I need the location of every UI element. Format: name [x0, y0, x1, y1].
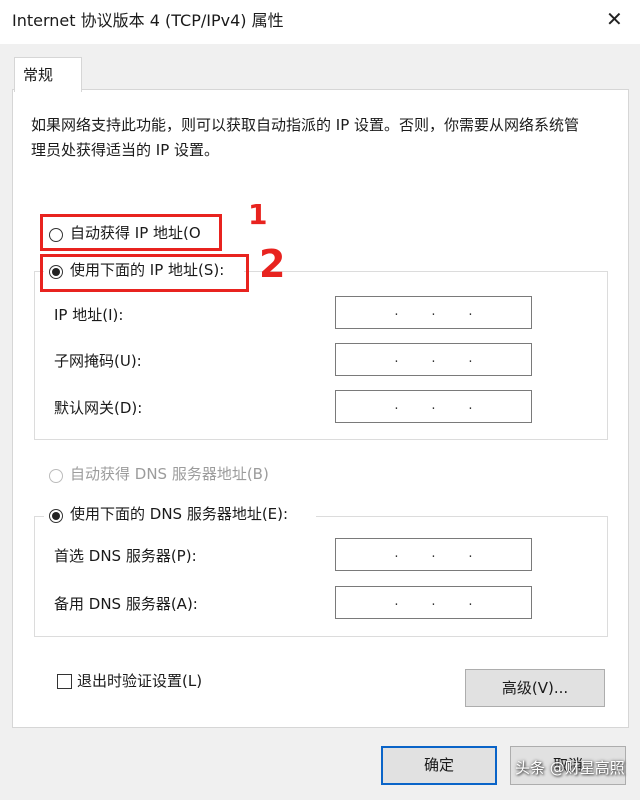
radio-manual-dns[interactable] [49, 509, 63, 523]
octet-separator: · [394, 401, 399, 417]
default-gateway-label: 默认网关(D): [54, 399, 143, 417]
radio-auto-dns [49, 469, 63, 483]
radio-auto-dns-label: 自动获得 DNS 服务器地址(B) [70, 465, 269, 483]
watermark: 头条 @财星高照 [515, 759, 625, 777]
highlight-box-auto-ip [40, 214, 222, 251]
octet-separator: · [431, 354, 436, 370]
octet-separator: · [394, 354, 399, 370]
octet-separator: · [431, 401, 436, 417]
octet-separator: · [468, 549, 473, 565]
octet-separator: · [431, 549, 436, 565]
octet-separator: · [394, 307, 399, 323]
annotation-marker-1: 1 [248, 198, 268, 231]
window-title: Internet 协议版本 4 (TCP/IPv4) 属性 [12, 11, 284, 30]
alternate-dns-input[interactable]: · · · [335, 586, 532, 619]
highlight-box-manual-ip [40, 254, 249, 292]
subnet-mask-label: 子网掩码(U): [54, 352, 142, 370]
octet-separator: · [468, 401, 473, 417]
ip-address-input[interactable]: · · · [335, 296, 532, 329]
tab-general[interactable]: 常规 [14, 57, 82, 92]
preferred-dns-label: 首选 DNS 服务器(P): [54, 547, 197, 565]
annotation-marker-2: 2 [259, 242, 286, 286]
octet-separator: · [394, 597, 399, 613]
default-gateway-input[interactable]: · · · [335, 390, 532, 423]
octet-separator: · [431, 597, 436, 613]
description-text: 如果网络支持此功能，则可以获取自动指派的 IP 设置。否则，你需要从网络系统管理… [31, 116, 580, 159]
subnet-mask-input[interactable]: · · · [335, 343, 532, 376]
ok-button[interactable]: 确定 [381, 746, 497, 785]
octet-separator: · [394, 549, 399, 565]
preferred-dns-input[interactable]: · · · [335, 538, 532, 571]
octet-separator: · [468, 307, 473, 323]
radio-manual-dns-label[interactable]: 使用下面的 DNS 服务器地址(E): [70, 503, 288, 525]
validate-checkbox-label[interactable]: 退出时验证设置(L) [77, 670, 202, 692]
alternate-dns-label: 备用 DNS 服务器(A): [54, 595, 198, 613]
octet-separator: · [468, 354, 473, 370]
octet-separator: · [468, 597, 473, 613]
advanced-button[interactable]: 高级(V)... [465, 669, 605, 707]
octet-separator: · [431, 307, 436, 323]
ip-address-label: IP 地址(I): [54, 306, 124, 324]
close-icon[interactable]: ✕ [606, 8, 623, 30]
validate-checkbox[interactable] [57, 674, 72, 689]
